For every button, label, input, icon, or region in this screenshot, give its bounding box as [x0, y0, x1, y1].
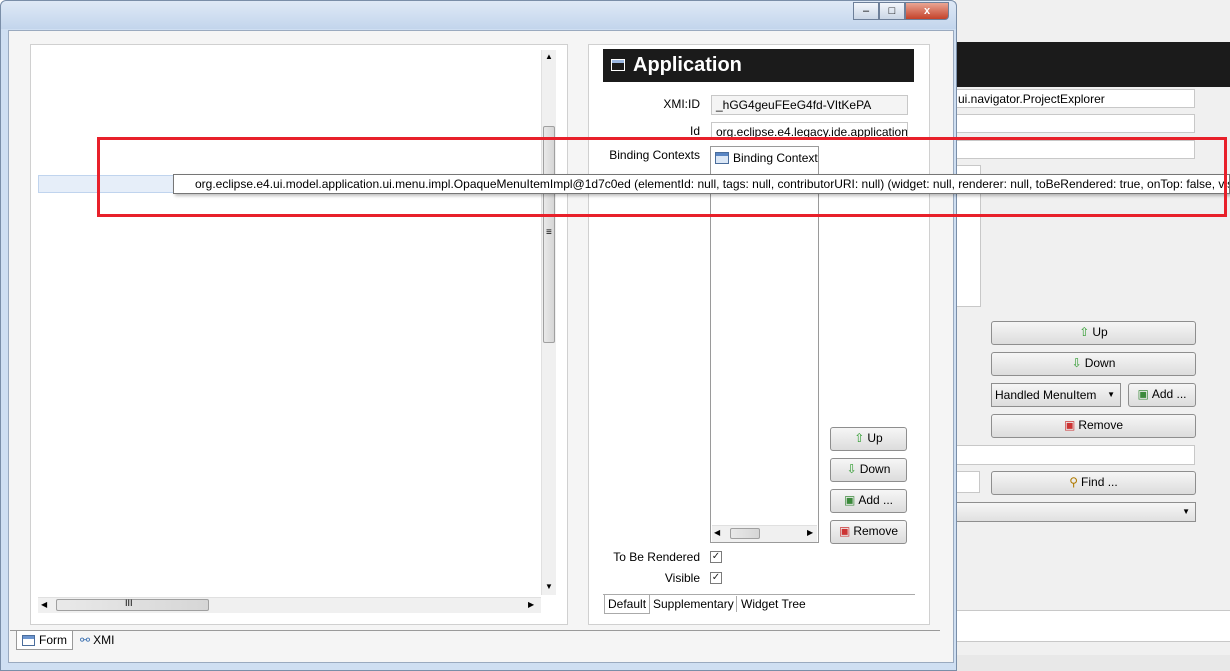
background-combo[interactable]: ▼ — [955, 502, 1196, 522]
arrow-up-icon: ⇧ — [854, 431, 865, 445]
details-title: Application — [633, 54, 742, 76]
minimize-button[interactable]: – — [853, 2, 879, 20]
tab-default[interactable]: Default — [604, 595, 651, 614]
maximize-button[interactable]: □ — [879, 2, 905, 20]
add-icon: ▣ — [1137, 387, 1149, 401]
arrow-down-icon: ⇩ — [1071, 356, 1082, 370]
background-add-button[interactable]: ▣ Add ... — [1128, 383, 1196, 407]
binding-list-hscroll-thumb[interactable] — [730, 528, 760, 539]
xmi-id-label: XMI:ID — [663, 97, 700, 111]
tab-widget-tree[interactable]: Widget Tree — [738, 595, 809, 613]
grip-icon: III — [125, 598, 133, 608]
to-be-rendered-checkbox[interactable]: ✓ — [710, 551, 722, 563]
tab-supplementary[interactable]: Supplementary — [650, 595, 737, 613]
xmi-id-field[interactable]: _hGG4geuFEeG4fd-VItKePA — [711, 95, 908, 115]
scroll-left-icon[interactable]: ◀ — [41, 600, 47, 609]
scroll-right-icon[interactable]: ▶ — [528, 600, 534, 609]
up-button[interactable]: ⇧ Up — [830, 427, 907, 451]
arrow-down-icon: ⇩ — [846, 462, 857, 476]
scroll-left-icon[interactable]: ◀ — [714, 528, 720, 537]
to-be-rendered-label: To Be Rendered — [613, 550, 700, 564]
background-up-button[interactable]: ⇧ Up — [991, 321, 1196, 345]
scroll-right-icon[interactable]: ▶ — [807, 528, 813, 537]
tree-vertical-scrollbar[interactable]: ▲ ≡ ▼ — [541, 50, 556, 595]
visible-checkbox[interactable]: ✓ — [710, 572, 722, 584]
remove-icon: ▣ — [1063, 418, 1076, 432]
background-remove-button[interactable]: ▣ Remove — [991, 414, 1196, 438]
application-icon — [611, 59, 625, 71]
scroll-down-icon[interactable]: ▼ — [545, 582, 553, 591]
background-header-bar — [955, 42, 1230, 87]
bottom-tab-divider — [10, 630, 940, 631]
tab-xmi[interactable]: ⚯ XMI — [76, 631, 127, 650]
highlight-annotation-box — [97, 137, 1227, 217]
visible-label: Visible — [664, 571, 700, 585]
tree-horizontal-scrollbar[interactable]: ◀ III ▶ — [38, 597, 541, 613]
tab-separator — [736, 596, 737, 612]
remove-button[interactable]: ▣ Remove — [830, 520, 907, 544]
background-find-field[interactable] — [955, 471, 980, 493]
background-toolbar — [955, 655, 1230, 671]
tree-hscroll-thumb[interactable]: III — [56, 598, 209, 611]
type-select[interactable]: Handled MenuItem ▼ — [991, 383, 1121, 407]
scroll-up-icon[interactable]: ▲ — [545, 52, 553, 61]
grip-icon: ≡ — [546, 227, 552, 238]
binding-list-hscrollbar[interactable]: ◀ ▶ — [712, 525, 817, 542]
add-button[interactable]: ▣ Add ... — [830, 489, 907, 513]
remove-icon: ▣ — [838, 524, 851, 538]
search-icon: ⚲ — [1069, 475, 1079, 489]
tab-form[interactable]: Form — [16, 631, 73, 650]
form-icon — [22, 635, 35, 646]
chevron-down-icon: ▼ — [1182, 507, 1190, 516]
close-button[interactable]: x — [905, 2, 949, 20]
background-field-1[interactable]: ui.navigator.ProjectExplorer — [955, 89, 1195, 108]
background-window: ui.navigator.ProjectExplorer ⇧ Up ⇩ Down H… — [955, 0, 1230, 671]
arrow-up-icon: ⇧ — [1079, 325, 1090, 339]
details-header: Application — [603, 49, 914, 82]
xmi-tree-icon: ⚯ — [80, 633, 91, 647]
background-find-button[interactable]: ⚲ Find ... — [991, 471, 1196, 495]
background-down-button[interactable]: ⇩ Down — [991, 352, 1196, 376]
background-field-2[interactable] — [955, 114, 1195, 133]
model-tree: ◢Windows◢Trimmed Window◢Main Menu◢Menu -… — [0, 0, 541, 596]
down-button[interactable]: ⇩ Down — [830, 458, 907, 482]
chevron-down-icon: ▼ — [1107, 390, 1115, 399]
background-panel — [955, 610, 1230, 642]
id-label: Id — [689, 124, 700, 138]
id-field[interactable]: org.eclipse.e4.legacy.ide.application — [711, 122, 908, 138]
background-field-4[interactable] — [955, 445, 1195, 465]
add-icon: ▣ — [843, 493, 856, 507]
